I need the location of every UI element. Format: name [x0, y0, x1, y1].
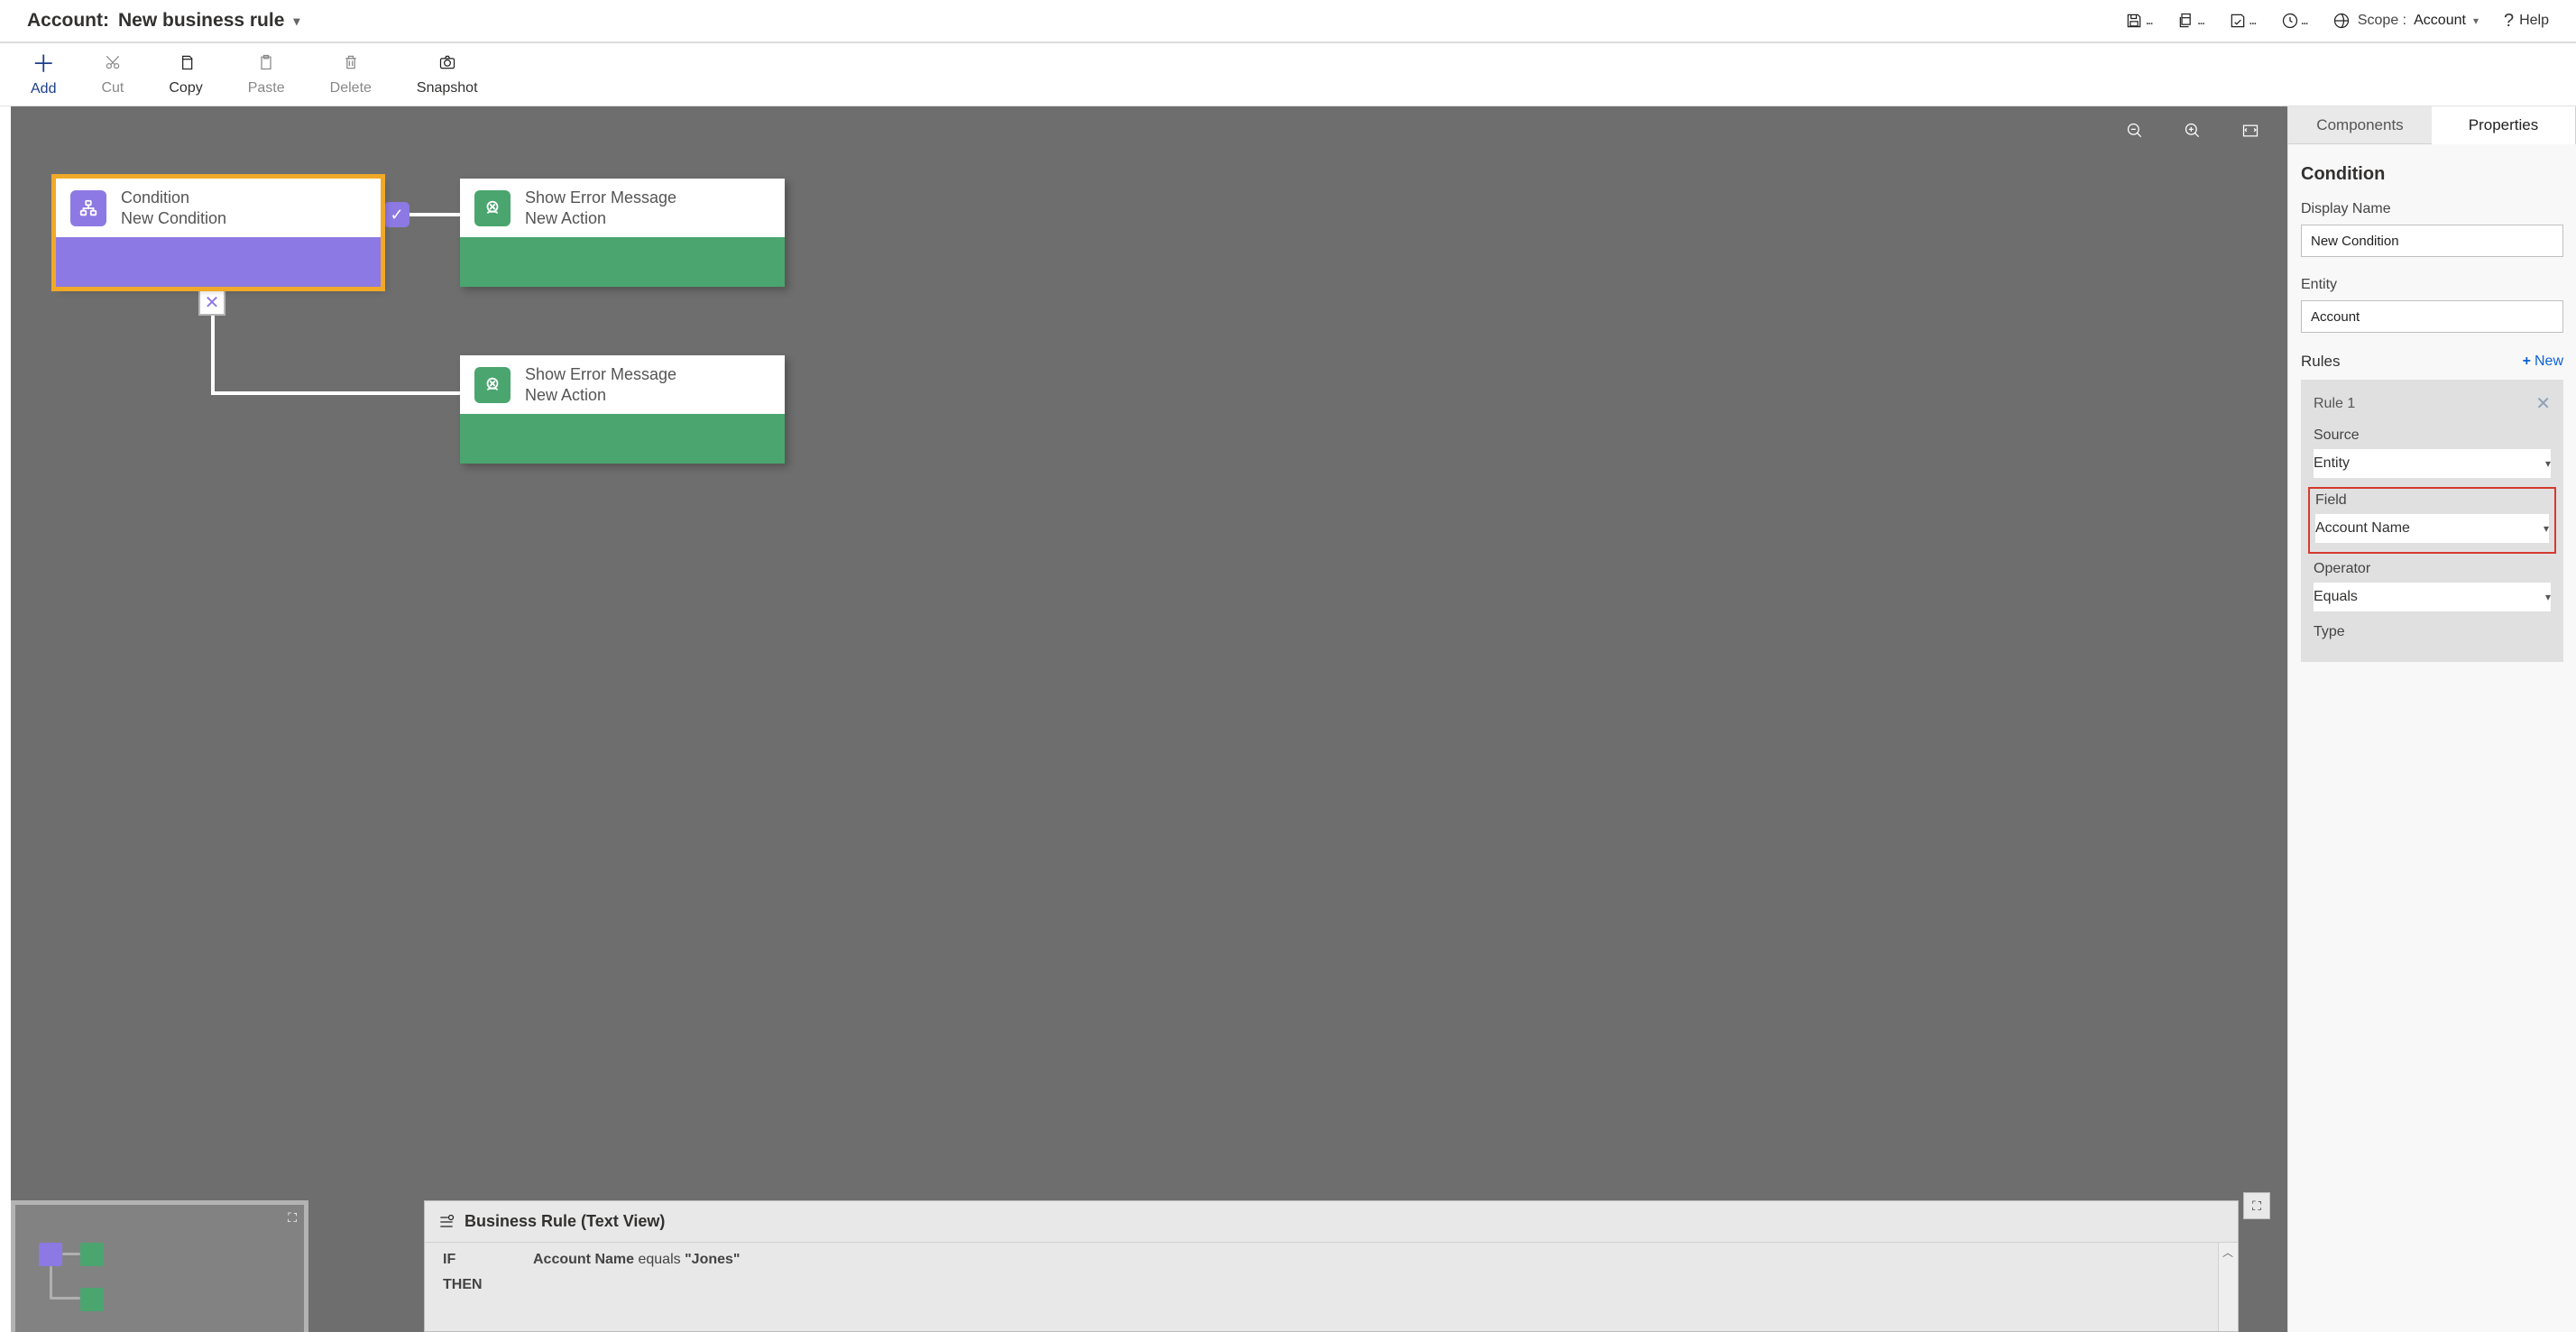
operator-label: Operator [2314, 561, 2551, 577]
paste-icon [257, 53, 275, 75]
textview-header: Business Rule (Text View) [425, 1201, 2238, 1243]
condition-subtitle: New Condition [121, 208, 226, 229]
minimap-conn-h2 [50, 1297, 80, 1300]
rule-name: New business rule [118, 10, 284, 32]
action-node-2[interactable]: Show Error Message New Action [460, 355, 785, 464]
activate-icon[interactable]: ... [2281, 12, 2307, 30]
validate-icon[interactable]: ... [2229, 12, 2255, 30]
connector-false-h [211, 391, 460, 395]
field-select[interactable]: Account Name ▾ [2315, 514, 2549, 543]
action2-subtitle: New Action [525, 385, 676, 406]
source-label: Source [2314, 427, 2551, 444]
error-action-icon [474, 367, 511, 403]
chevron-down-icon[interactable]: ▾ [2473, 14, 2479, 27]
x-icon[interactable]: ✕ [198, 289, 225, 316]
display-name-input[interactable] [2301, 225, 2563, 257]
entity-input[interactable] [2301, 300, 2563, 333]
properties-section-title: Condition [2301, 164, 2563, 185]
check-icon: ✓ [384, 202, 409, 227]
app-header: Account: New business rule ▾ ... ... ...… [0, 0, 2576, 43]
field-label: Field [2315, 492, 2549, 509]
rule-title-breadcrumb[interactable]: Account: New business rule ▾ [27, 10, 299, 32]
condition-icon [70, 190, 106, 226]
textview-scrollbar[interactable]: ︿ [2218, 1243, 2238, 1331]
designer-canvas[interactable]: ✓ ✕ Condition New Condition [11, 106, 2287, 1332]
tab-properties[interactable]: Properties [2432, 106, 2576, 144]
textview-title: Business Rule (Text View) [465, 1212, 665, 1231]
scope-selector[interactable]: Scope : Account ▾ [2332, 12, 2479, 30]
error-action-icon [474, 190, 511, 226]
textview-panel: ⛶ Business Rule (Text View) ︿ IF Account… [424, 1200, 2239, 1332]
action1-subtitle: New Action [525, 208, 676, 229]
scissors-icon [104, 53, 122, 75]
minimap-action2 [80, 1288, 104, 1311]
help-icon: ? [2504, 11, 2514, 32]
copy-icon [177, 53, 195, 75]
entity-prefix: Account: [27, 10, 109, 32]
scope-label: Scope : [2358, 13, 2406, 29]
save-icon[interactable]: ... [2125, 12, 2151, 30]
chevron-down-icon[interactable]: ▾ [293, 14, 299, 29]
textview-expression: Account Name equals "Jones" [533, 1252, 741, 1268]
minimap-expand-icon[interactable]: ⛶ [288, 1210, 297, 1226]
toolbar: ＋ Add Cut Copy Paste Delete Snapshot [0, 43, 2576, 106]
operator-select[interactable]: Equals ▾ [2314, 583, 2551, 611]
tab-components[interactable]: Components [2288, 106, 2432, 144]
condition-node[interactable]: Condition New Condition [56, 179, 381, 287]
textview-if-kw: IF [443, 1252, 497, 1268]
cut-button[interactable]: Cut [101, 53, 124, 96]
snapshot-button[interactable]: Snapshot [417, 53, 478, 96]
rule-close-button[interactable]: ✕ [2535, 392, 2551, 415]
chevron-down-icon: ▾ [2545, 457, 2551, 470]
minimap-action1 [80, 1243, 104, 1266]
action1-title: Show Error Message [525, 188, 676, 208]
minimap-conn-v [50, 1266, 52, 1299]
side-panel: Components Properties Condition Display … [2287, 106, 2576, 1332]
minimap-conn-h [62, 1253, 80, 1255]
rules-label: Rules [2301, 353, 2340, 371]
delete-button[interactable]: Delete [330, 53, 372, 96]
scope-icon [2332, 12, 2351, 30]
help-button[interactable]: ? Help [2504, 11, 2549, 32]
type-label: Type [2314, 624, 2551, 640]
plus-icon: ＋ [32, 52, 55, 76]
side-tabs: Components Properties [2288, 106, 2576, 144]
scope-value: Account [2414, 13, 2466, 29]
properties-pane: Condition Display Name Entity Rules +New… [2288, 144, 2576, 1332]
copy-button[interactable]: Copy [169, 53, 202, 96]
textview-icon [437, 1213, 455, 1231]
minimap-condition [39, 1243, 62, 1266]
source-select[interactable]: Entity ▾ [2314, 449, 2551, 478]
field-highlight: Field Account Name ▾ [2308, 487, 2556, 554]
action2-title: Show Error Message [525, 364, 676, 385]
chevron-down-icon: ▾ [2544, 522, 2549, 535]
paste-button[interactable]: Paste [248, 53, 285, 96]
textview-expand-button[interactable]: ⛶ [2243, 1192, 2270, 1219]
camera-icon [438, 53, 456, 75]
condition-title: Condition [121, 188, 226, 208]
trash-icon [342, 53, 360, 75]
new-rule-button[interactable]: +New [2523, 354, 2563, 370]
textview-then-kw: THEN [443, 1277, 497, 1293]
display-name-label: Display Name [2301, 201, 2563, 217]
rule-block: Rule 1 ✕ Source Entity ▾ Field Account N… [2301, 380, 2563, 662]
entity-label: Entity [2301, 277, 2563, 293]
save-as-icon[interactable]: ... [2177, 12, 2203, 30]
minimap[interactable]: ⛶ [11, 1200, 308, 1332]
rule-title: Rule 1 [2314, 396, 2355, 412]
main-area: ✓ ✕ Condition New Condition [0, 106, 2576, 1332]
add-button[interactable]: ＋ Add [31, 52, 56, 97]
chevron-down-icon: ▾ [2545, 591, 2551, 603]
action-node-1[interactable]: Show Error Message New Action [460, 179, 785, 287]
header-actions: ... ... ... ... Scope : Account ▾ ? Help [2125, 11, 2549, 32]
